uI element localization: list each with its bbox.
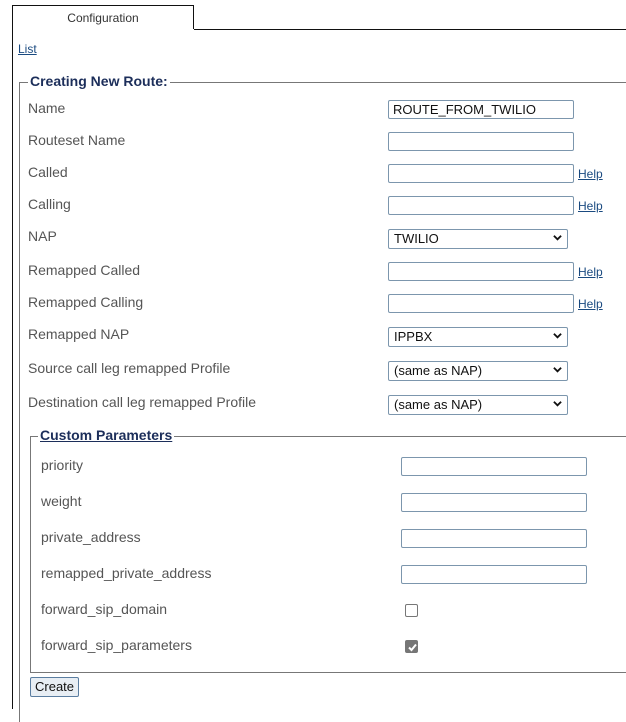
chevron-down-icon bbox=[553, 367, 562, 373]
remapped-private-address-input[interactable] bbox=[401, 565, 587, 584]
nap-select-value: TWILIO bbox=[394, 231, 439, 246]
priority-input[interactable] bbox=[401, 457, 587, 476]
create-button[interactable]: Create bbox=[30, 677, 80, 697]
source-profile-select-value: (same as NAP) bbox=[394, 363, 483, 378]
forward-sip-parameters-label: forward_sip_parameters bbox=[41, 637, 192, 653]
calling-label: Calling bbox=[28, 196, 71, 212]
list-link[interactable]: List bbox=[18, 42, 37, 56]
nap-select[interactable]: TWILIO bbox=[388, 229, 568, 249]
content-frame-border bbox=[12, 29, 13, 709]
remapped-calling-help-link[interactable]: Help bbox=[578, 297, 603, 311]
calling-help-link[interactable]: Help bbox=[578, 199, 603, 213]
routeset-name-label: Routeset Name bbox=[28, 132, 126, 148]
forward-sip-parameters-checkbox[interactable] bbox=[405, 640, 418, 653]
routeset-name-input[interactable] bbox=[388, 132, 574, 151]
private-address-input[interactable] bbox=[401, 529, 587, 548]
remapped-called-help-link[interactable]: Help bbox=[578, 265, 603, 279]
chevron-down-icon bbox=[553, 333, 562, 339]
called-label: Called bbox=[28, 164, 68, 180]
priority-label: priority bbox=[41, 457, 84, 473]
remapped-calling-input[interactable] bbox=[388, 294, 574, 313]
tab-configuration[interactable]: Configuration bbox=[12, 5, 194, 29]
chevron-down-icon bbox=[553, 235, 562, 241]
weight-input[interactable] bbox=[401, 493, 587, 512]
source-profile-select[interactable]: (same as NAP) bbox=[388, 361, 568, 381]
forward-sip-domain-label: forward_sip_domain bbox=[41, 601, 168, 617]
tab-bar-divider bbox=[194, 29, 626, 30]
calling-input[interactable] bbox=[388, 196, 574, 215]
name-input[interactable] bbox=[388, 100, 574, 119]
remapped-nap-select[interactable]: IPPBX bbox=[388, 327, 568, 347]
remapped-called-input[interactable] bbox=[388, 262, 574, 281]
remapped-calling-label: Remapped Calling bbox=[28, 294, 144, 310]
called-help-link[interactable]: Help bbox=[578, 167, 603, 181]
forward-sip-domain-checkbox[interactable] bbox=[405, 604, 418, 617]
name-label: Name bbox=[28, 100, 66, 116]
weight-label: weight bbox=[41, 493, 82, 509]
remapped-nap-select-value: IPPBX bbox=[394, 329, 433, 344]
remapped-called-label: Remapped Called bbox=[28, 262, 141, 278]
nap-label: NAP bbox=[28, 228, 57, 244]
destination-profile-select[interactable]: (same as NAP) bbox=[388, 395, 568, 415]
private-address-label: private_address bbox=[41, 529, 141, 545]
checkmark-icon bbox=[408, 643, 417, 652]
source-profile-label: Source call leg remapped Profile bbox=[28, 360, 231, 376]
called-input[interactable] bbox=[388, 164, 574, 183]
destination-profile-label: Destination call leg remapped Profile bbox=[28, 394, 257, 410]
chevron-down-icon bbox=[553, 401, 562, 407]
destination-profile-select-value: (same as NAP) bbox=[394, 397, 483, 412]
remapped-nap-label: Remapped NAP bbox=[28, 326, 130, 342]
route-form-legend: Creating New Route: bbox=[28, 73, 170, 89]
remapped-private-address-label: remapped_private_address bbox=[41, 565, 212, 581]
custom-parameters-legend[interactable]: Custom Parameters bbox=[38, 427, 175, 443]
